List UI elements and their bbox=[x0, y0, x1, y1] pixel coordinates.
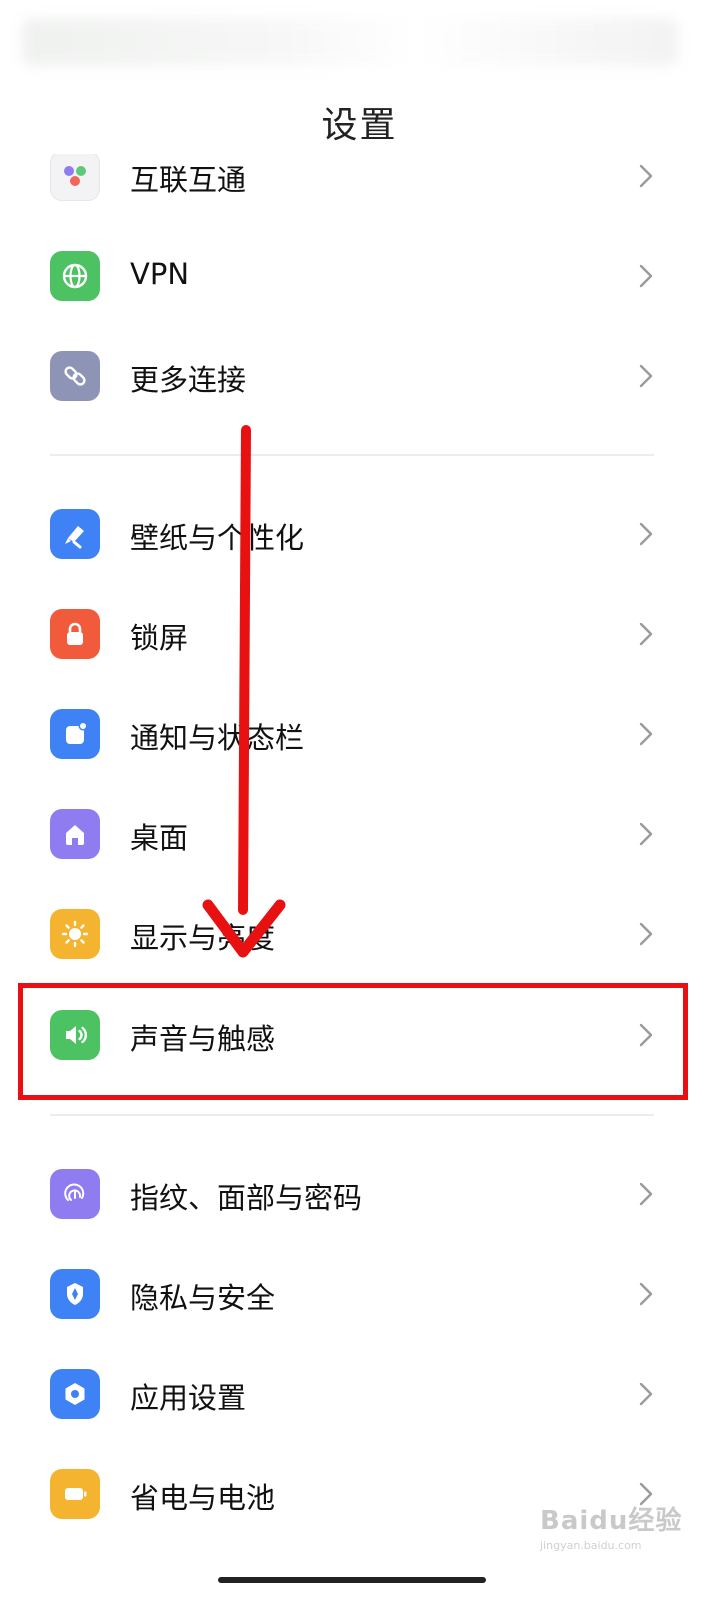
brush-icon bbox=[50, 509, 100, 559]
chevron-right-icon bbox=[636, 1280, 656, 1308]
chevron-right-icon bbox=[636, 520, 656, 548]
settings-item-label: 互联互通 bbox=[130, 163, 247, 197]
shield-icon bbox=[50, 1269, 100, 1319]
settings-list: 互联互通 VPN 更多连接 壁纸与个性化 锁屏 通知与状态栏 桌面 显示与亮度 … bbox=[0, 0, 719, 1600]
sun-icon bbox=[50, 909, 100, 959]
link-icon bbox=[50, 351, 100, 401]
chevron-right-icon bbox=[636, 820, 656, 848]
settings-item-label: 通知与状态栏 bbox=[130, 721, 305, 755]
chevron-right-icon bbox=[636, 1380, 656, 1408]
chevron-right-icon bbox=[636, 720, 656, 748]
settings-item-privacy[interactable]: 隐私与安全 bbox=[0, 1244, 719, 1344]
app-settings-icon bbox=[50, 1369, 100, 1419]
highlight-box bbox=[18, 983, 688, 1100]
home-icon bbox=[50, 809, 100, 859]
settings-item-label: 省电与电池 bbox=[130, 1481, 276, 1515]
watermark-sub: jingyan.baidu.com bbox=[540, 1539, 642, 1552]
settings-item-notifications[interactable]: 通知与状态栏 bbox=[0, 684, 719, 784]
settings-item-interconnect[interactable]: 互联互通 bbox=[0, 154, 719, 226]
section-divider bbox=[50, 1114, 654, 1116]
fingerprint-icon bbox=[50, 1169, 100, 1219]
settings-item-app-settings[interactable]: 应用设置 bbox=[0, 1344, 719, 1444]
chevron-right-icon bbox=[636, 920, 656, 948]
settings-item-label: 应用设置 bbox=[130, 1381, 247, 1415]
chevron-right-icon bbox=[636, 362, 656, 390]
settings-item-lock-screen[interactable]: 锁屏 bbox=[0, 584, 719, 684]
settings-item-label: 更多连接 bbox=[130, 363, 247, 397]
notification-icon bbox=[50, 709, 100, 759]
battery-icon bbox=[50, 1469, 100, 1519]
settings-item-more-connections[interactable]: 更多连接 bbox=[0, 326, 719, 426]
settings-item-vpn[interactable]: VPN bbox=[0, 226, 719, 326]
settings-item-label: 指纹、面部与密码 bbox=[130, 1181, 363, 1215]
interconnect-icon bbox=[50, 154, 100, 201]
watermark: Baidu经验 jingyan.baidu.com bbox=[540, 1500, 682, 1552]
home-indicator[interactable] bbox=[218, 1577, 486, 1583]
settings-item-label: 锁屏 bbox=[130, 621, 189, 655]
settings-item-label: 显示与亮度 bbox=[130, 921, 276, 955]
lock-icon bbox=[50, 609, 100, 659]
settings-item-biometrics[interactable]: 指纹、面部与密码 bbox=[0, 1144, 719, 1244]
chevron-right-icon bbox=[636, 620, 656, 648]
chevron-right-icon bbox=[636, 1180, 656, 1208]
watermark-text: Baidu经验 bbox=[540, 1506, 683, 1536]
settings-item-label: 隐私与安全 bbox=[130, 1281, 276, 1315]
settings-item-label: 壁纸与个性化 bbox=[130, 521, 305, 555]
settings-item-wallpaper[interactable]: 壁纸与个性化 bbox=[0, 484, 719, 584]
settings-item-label: 桌面 bbox=[130, 821, 189, 855]
settings-item-label: VPN bbox=[130, 257, 190, 291]
settings-item-display[interactable]: 显示与亮度 bbox=[0, 884, 719, 984]
chevron-right-icon bbox=[636, 162, 656, 190]
section-divider bbox=[50, 454, 654, 456]
chevron-right-icon bbox=[636, 262, 656, 290]
globe-icon bbox=[50, 251, 100, 301]
settings-item-desktop[interactable]: 桌面 bbox=[0, 784, 719, 884]
